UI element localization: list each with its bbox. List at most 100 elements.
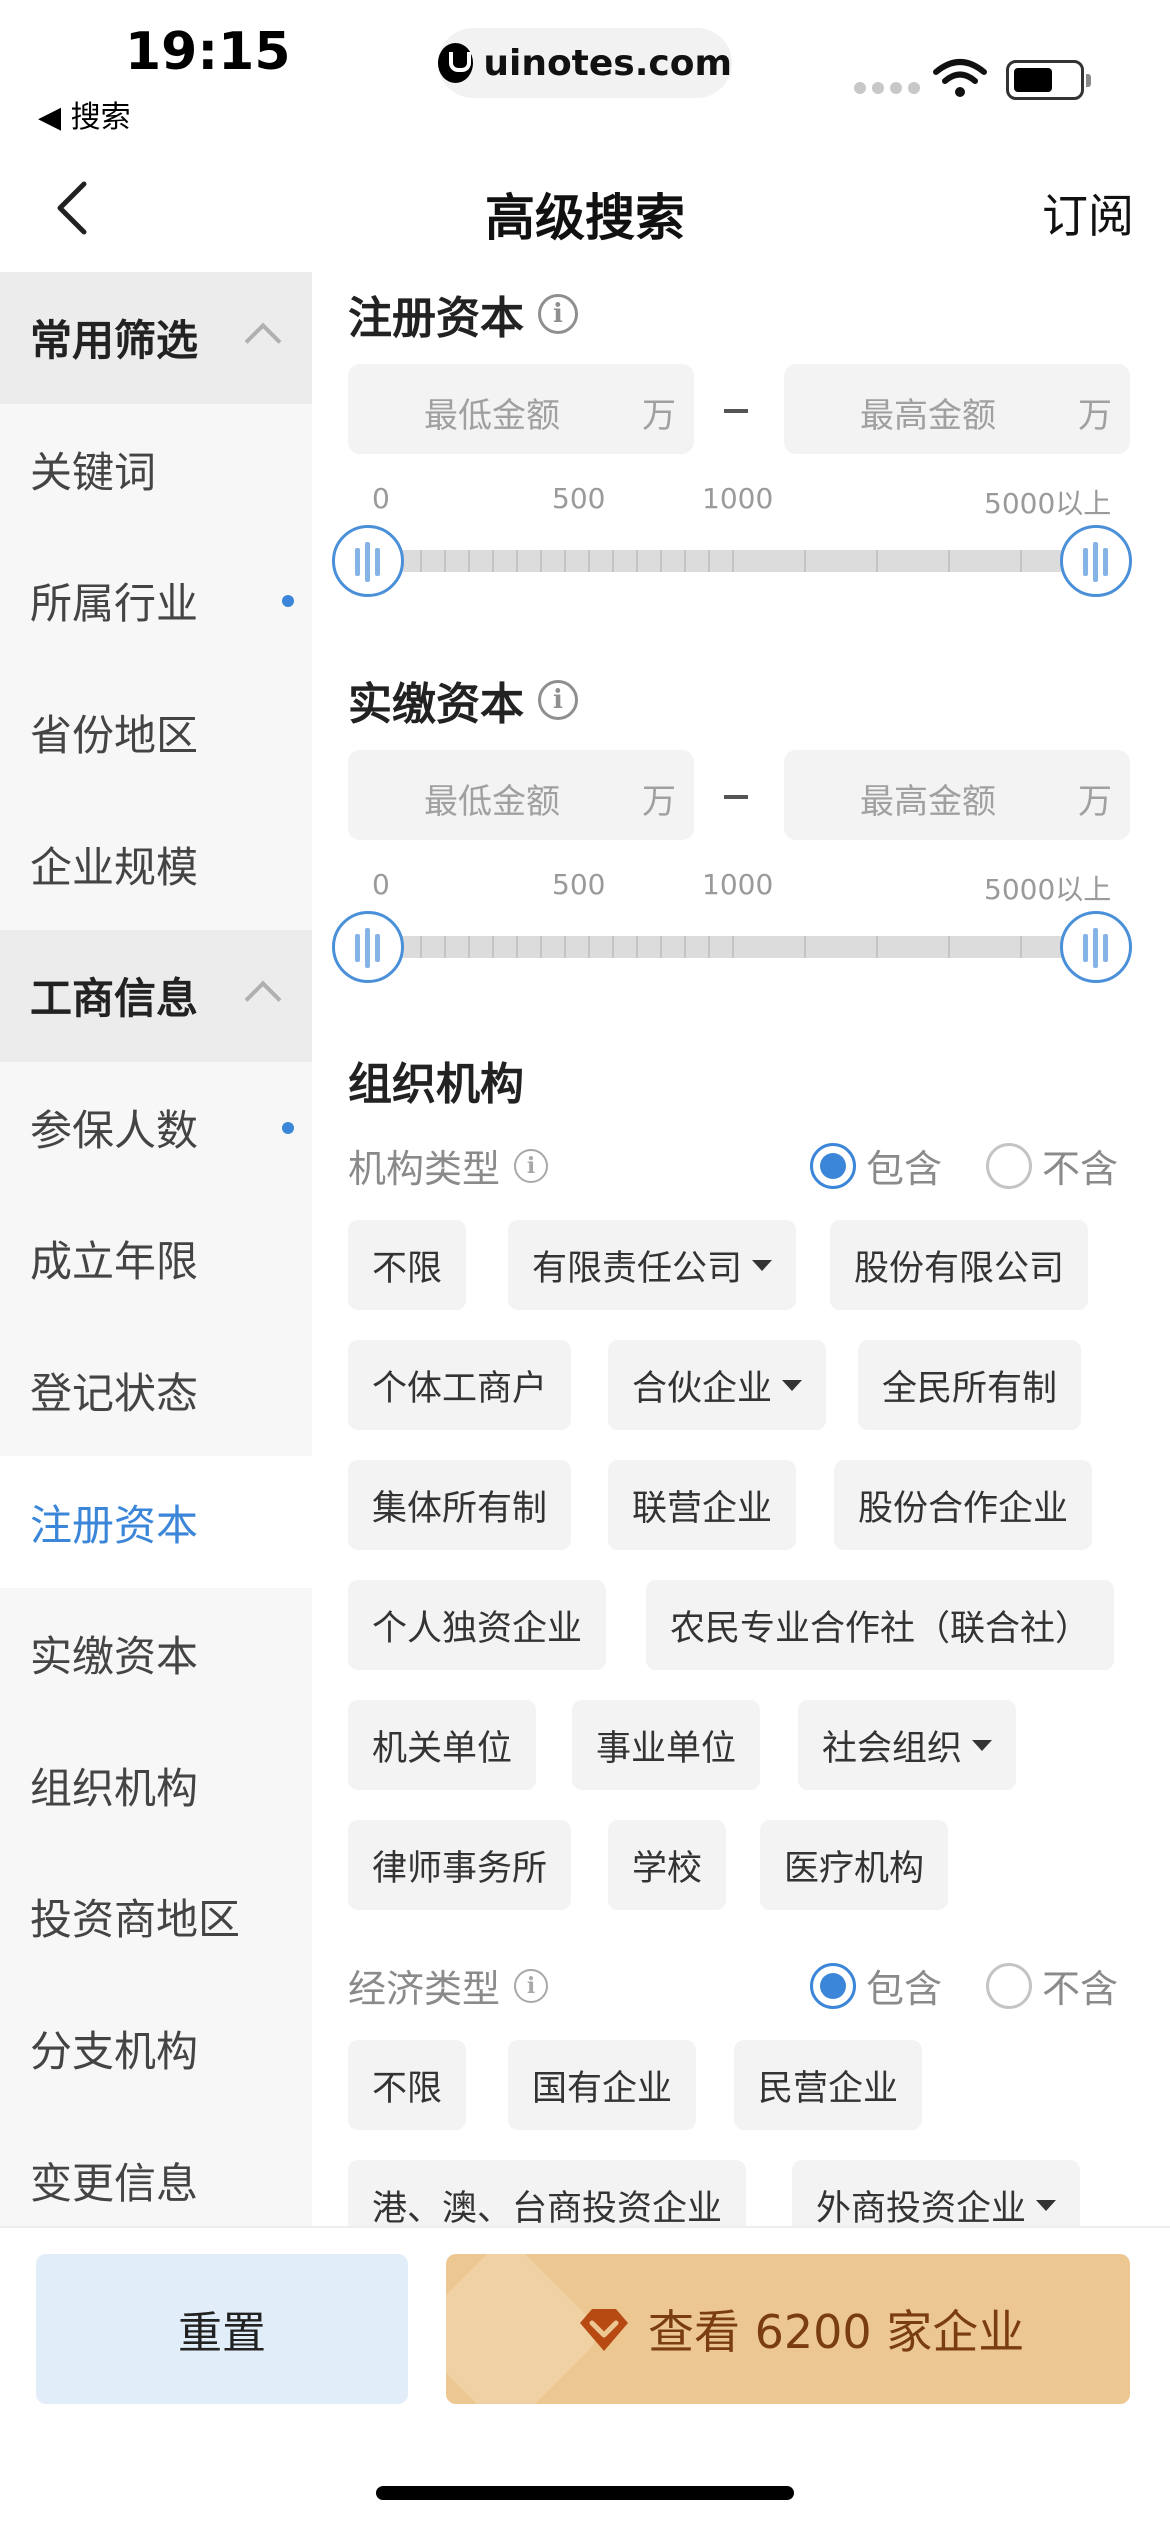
info-icon[interactable]: i [538,294,578,334]
sidebar-item-label: 实缴资本 [30,1632,199,1682]
slider-tick-label: 1000 [702,868,774,901]
sidebar-item-region[interactable]: 省份地区 [0,667,312,799]
chip-org-type[interactable]: 机关单位 [348,1700,537,1790]
chevron-up-icon [244,980,282,1018]
battery-icon [1006,60,1091,100]
paid-capital-max-handle[interactable] [1060,911,1132,983]
paid-capital-min-input[interactable]: 最低金额 万 [348,750,694,840]
slider-tick-label: 0 [372,482,390,515]
back-to-app-link[interactable]: ◀ 搜索 [38,92,131,136]
paid-capital-slider-track[interactable] [348,936,1062,958]
sidebar-item-paid-capital[interactable]: 实缴资本 [0,1588,312,1720]
url-pill[interactable]: uinotes.com [438,28,732,98]
org-type-label: 机构类型 i [348,1138,549,1193]
sidebar-item-branches[interactable]: 分支机构 [0,1983,312,2115]
info-icon[interactable]: i [514,1968,549,2003]
status-bar: 19:15 ◀ 搜索 uinotes.com [0,0,1170,150]
chip-label: 港、澳、台商投资企业 [372,2188,723,2227]
unit-label: 万 [642,396,676,436]
chip-org-type[interactable]: 有限责任公司 [508,1220,797,1310]
slider-tick-label: 500 [552,868,606,901]
sidebar-item-change-info[interactable]: 变更信息 [0,2114,312,2226]
chip-label: 不限 [372,1248,443,1289]
sidebar-item-label: 组织机构 [30,1763,199,1813]
slider-tick-label: 0 [372,868,390,901]
chip-org-type[interactable]: 医疗机构 [760,1820,949,1910]
reset-button[interactable]: 重置 [36,2254,408,2404]
sidebar-item-label: 变更信息 [30,2158,199,2208]
chip-econ-type[interactable]: 外商投资企业 [792,2160,1081,2226]
sidebar-item-label: 注册资本 [30,1500,199,1550]
sidebar-item-registration-status[interactable]: 登记状态 [0,1325,312,1457]
chip-econ-type[interactable]: 国有企业 [508,2040,697,2130]
chip-org-type[interactable]: 联营企业 [608,1460,797,1550]
unit-label: 万 [1078,782,1112,822]
chip-org-type[interactable]: 股份合作企业 [834,1460,1093,1550]
org-type-include-radio[interactable]: 包含 [810,1138,942,1193]
sidebar-group-common[interactable]: 常用筛选 [0,272,312,404]
sidebar-item-label: 工商信息 [30,974,199,1024]
chip-econ-type[interactable]: 港、澳、台商投资企业 [348,2160,747,2227]
org-type-exclude-radio[interactable]: 不含 [986,1138,1118,1193]
page-title: 高级搜索 [485,189,685,247]
chip-econ-type[interactable]: 不限 [348,2040,467,2130]
sidebar-item-organization[interactable]: 组织机构 [0,1720,312,1852]
sidebar-group-business-info[interactable]: 工商信息 [0,929,312,1062]
registered-capital-slider-track[interactable] [348,550,1062,572]
info-icon[interactable]: i [538,680,578,720]
paid-capital-min-handle[interactable] [332,911,404,983]
paid-capital-max-input[interactable]: 最高金额 万 [784,750,1130,840]
registered-capital-max-handle[interactable] [1060,525,1132,597]
sidebar-item-founded-years[interactable]: 成立年限 [0,1193,312,1325]
chip-label: 联营企业 [632,1488,773,1529]
radio-label: 包含 [866,1967,943,2011]
subscribe-button[interactable]: 订阅 [1042,180,1134,246]
paid-capital-section-title: 实缴资本 i [348,668,578,732]
chip-org-type[interactable]: 个人独资企业 [348,1580,607,1670]
radio-unchecked-icon [986,1142,1032,1189]
chip-org-type[interactable]: 不限 [348,1220,467,1310]
chip-label: 事业单位 [596,1728,737,1769]
chip-org-type[interactable]: 个体工商户 [348,1340,572,1430]
chip-label: 个人独资企业 [372,1608,583,1649]
min-placeholder: 最低金额 [424,396,560,436]
sidebar-item-label: 分支机构 [30,2027,199,2077]
home-indicator [376,2486,794,2500]
chip-org-type[interactable]: 学校 [608,1820,727,1910]
sidebar-item-scale[interactable]: 企业规模 [0,798,312,930]
sidebar-item-insured-count[interactable]: 参保人数 [0,1062,312,1194]
sidebar-item-label: 成立年限 [30,1237,199,1287]
chip-org-type[interactable]: 全民所有制 [858,1340,1082,1430]
subsection-label: 机构类型 [348,1147,501,1191]
range-dash [724,409,748,413]
chip-label: 合伙企业 [632,1368,773,1409]
registered-capital-max-input[interactable]: 最高金额 万 [784,364,1130,454]
unit-label: 万 [642,782,676,822]
sidebar-item-industry[interactable]: 所属行业 [0,535,312,667]
chip-org-type[interactable]: 农民专业合作社（联合社） [646,1580,1115,1670]
registered-capital-min-handle[interactable] [332,525,404,597]
chip-org-type[interactable]: 律师事务所 [348,1820,572,1910]
sidebar-item-label: 企业规模 [30,842,199,892]
chip-org-type[interactable]: 股份有限公司 [830,1220,1089,1310]
info-icon[interactable]: i [514,1148,549,1183]
sidebar-item-label: 常用筛选 [30,316,199,366]
caret-down-icon [752,1259,773,1271]
chip-econ-type[interactable]: 民营企业 [734,2040,923,2130]
chip-org-type[interactable]: 合伙企业 [608,1340,827,1430]
sidebar-item-keyword[interactable]: 关键词 [0,404,312,536]
chip-label: 不限 [372,2068,443,2109]
chip-org-type[interactable]: 事业单位 [572,1700,761,1790]
chip-org-type[interactable]: 集体所有制 [348,1460,572,1550]
section-title-label: 组织机构 [348,1059,524,1110]
econ-type-exclude-radio[interactable]: 不含 [986,1958,1118,2013]
econ-type-include-radio[interactable]: 包含 [810,1958,942,2013]
chip-label: 学校 [632,1848,703,1889]
sidebar-item-registered-capital[interactable]: 注册资本 [0,1456,312,1588]
view-results-button[interactable]: 查看 6200 家企业 [446,2254,1130,2404]
registered-capital-min-input[interactable]: 最低金额 万 [348,364,694,454]
chip-org-type[interactable]: 社会组织 [798,1700,1017,1790]
radio-label: 包含 [866,1147,943,1191]
sidebar-item-investor-region[interactable]: 投资商地区 [0,1851,312,1983]
range-dash [724,795,748,799]
